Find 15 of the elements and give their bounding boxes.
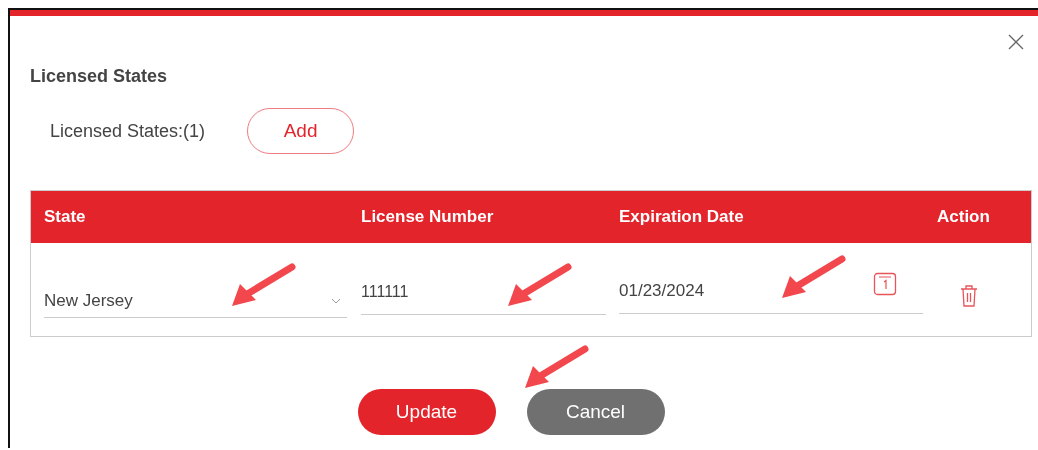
update-button[interactable]: Update <box>357 389 496 435</box>
close-icon <box>1008 34 1024 50</box>
chevron-down-icon <box>331 298 341 304</box>
cancel-button[interactable]: Cancel <box>526 389 665 435</box>
column-header: Action <box>936 207 991 227</box>
column-header: License Number <box>361 207 495 227</box>
calendar-icon[interactable] <box>873 272 897 296</box>
trash-icon <box>959 283 979 308</box>
close-button[interactable] <box>1008 34 1024 50</box>
delete-button[interactable] <box>959 283 979 308</box>
column-header: Expiration Date <box>619 207 745 227</box>
add-button[interactable]: Add <box>247 108 355 154</box>
dialog-title: Licensed States <box>30 66 169 87</box>
licensed-states-count: Licensed States:(1) <box>50 120 206 142</box>
column-header: State <box>43 207 87 227</box>
